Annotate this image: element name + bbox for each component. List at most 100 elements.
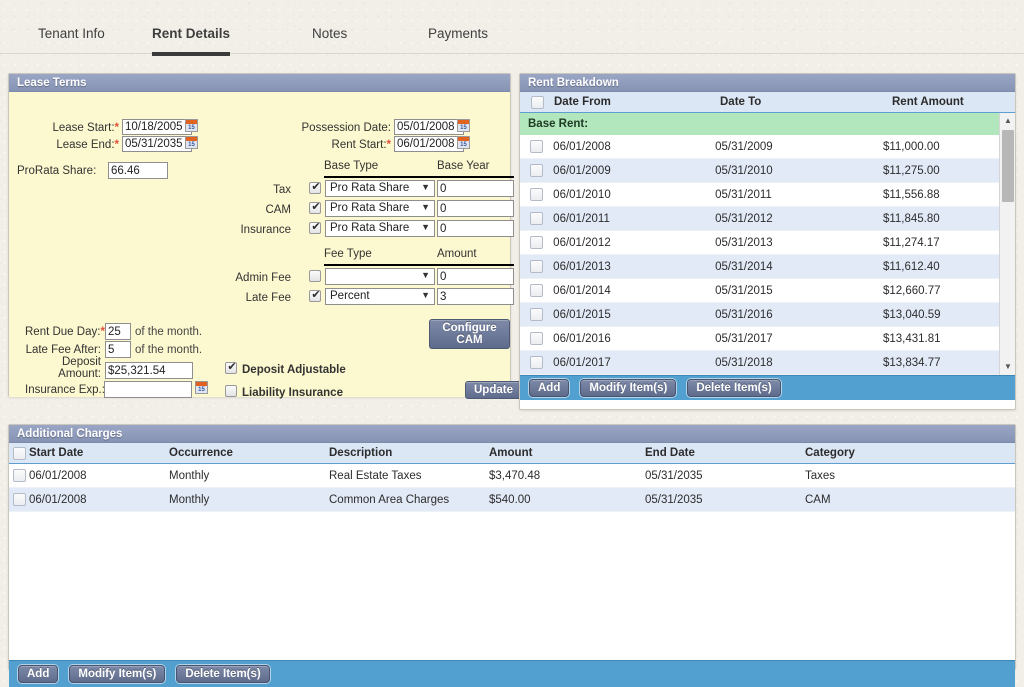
addl-add-button[interactable]: Add xyxy=(18,665,58,683)
table-row[interactable]: 06/01/2008MonthlyReal Estate Taxes$3,470… xyxy=(9,464,1015,488)
cell-rent-amount: $11,556.88 xyxy=(883,189,1000,201)
column-start-date[interactable]: Start Date xyxy=(29,447,169,459)
scroll-up-icon[interactable]: ▲ xyxy=(1000,113,1015,129)
row-checkbox[interactable] xyxy=(530,212,543,225)
insurance-checkbox[interactable] xyxy=(309,222,321,234)
admin-fee-amount-input[interactable] xyxy=(437,268,514,285)
column-amount[interactable]: Amount xyxy=(489,447,645,459)
table-row[interactable]: 06/01/200905/31/2010$11,275.00 xyxy=(520,159,1000,183)
additional-charges-header-row: Start Date Occurrence Description Amount… xyxy=(9,443,1015,464)
tax-base-type-select[interactable]: Pro Rata Share▼ xyxy=(325,180,435,197)
admin-fee-checkbox[interactable] xyxy=(309,270,321,282)
scroll-down-icon[interactable]: ▼ xyxy=(1000,359,1015,375)
lease-start-label: Lease Start:* xyxy=(29,122,119,134)
row-checkbox[interactable] xyxy=(530,260,543,273)
column-date-from[interactable]: Date From xyxy=(554,96,720,108)
tab-tenant-info[interactable]: Tenant Info xyxy=(38,26,105,52)
table-row[interactable]: 06/01/201205/31/2013$11,274.17 xyxy=(520,231,1000,255)
late-fee-amount-input[interactable] xyxy=(437,288,514,305)
table-row[interactable]: 06/01/201705/31/2018$13,834.77 xyxy=(520,351,1000,375)
tax-base-year-input[interactable] xyxy=(437,180,514,197)
cam-base-year-input[interactable] xyxy=(437,200,514,217)
row-checkbox[interactable] xyxy=(13,493,26,506)
late-fee-after-input[interactable] xyxy=(105,341,131,358)
table-row[interactable]: 06/01/201405/31/2015$12,660.77 xyxy=(520,279,1000,303)
row-checkbox[interactable] xyxy=(530,308,543,321)
scrollbar-thumb[interactable] xyxy=(1002,130,1014,202)
lease-end-input[interactable] xyxy=(122,136,192,152)
column-end-date[interactable]: End Date xyxy=(645,447,805,459)
calendar-icon[interactable]: 15 xyxy=(195,381,208,394)
update-button[interactable]: Update xyxy=(465,381,522,399)
configure-cam-button[interactable]: Configure CAM xyxy=(429,319,510,349)
rent-add-button[interactable]: Add xyxy=(529,379,569,397)
table-row[interactable]: 06/01/201305/31/2014$11,612.40 xyxy=(520,255,1000,279)
cell-date-from: 06/01/2011 xyxy=(553,213,715,225)
prorata-share-input[interactable] xyxy=(108,162,168,179)
tab-notes[interactable]: Notes xyxy=(312,26,347,52)
row-checkbox[interactable] xyxy=(530,356,543,369)
admin-fee-label: Admin Fee xyxy=(229,272,291,284)
deposit-adjustable-checkbox[interactable] xyxy=(225,362,237,374)
cell-amount: $540.00 xyxy=(489,494,645,506)
lease-start-input[interactable] xyxy=(122,119,192,135)
tax-label: Tax xyxy=(239,184,291,196)
calendar-icon[interactable]: 15 xyxy=(185,119,198,132)
table-row[interactable]: 06/01/200805/31/2009$11,000.00 xyxy=(520,135,1000,159)
addl-delete-button[interactable]: Delete Item(s) xyxy=(176,665,269,683)
column-date-to[interactable]: Date To xyxy=(720,96,892,108)
row-checkbox[interactable] xyxy=(530,284,543,297)
cell-category: CAM xyxy=(805,494,955,506)
late-fee-checkbox[interactable] xyxy=(309,290,321,302)
rent-start-input[interactable] xyxy=(394,136,464,152)
cell-rent-amount: $12,660.77 xyxy=(883,285,1000,297)
tax-checkbox[interactable] xyxy=(309,182,321,194)
select-all-checkbox[interactable] xyxy=(13,447,26,460)
row-checkbox[interactable] xyxy=(13,469,26,482)
calendar-icon[interactable]: 15 xyxy=(185,136,198,149)
table-row[interactable]: 06/01/201605/31/2017$13,431.81 xyxy=(520,327,1000,351)
addl-modify-button[interactable]: Modify Item(s) xyxy=(69,665,165,683)
late-fee-type-select[interactable]: Percent▼ xyxy=(325,288,435,305)
possession-date-label: Possession Date: xyxy=(279,122,391,134)
admin-fee-type-select[interactable]: ▼ xyxy=(325,268,435,285)
insurance-exp-input[interactable] xyxy=(104,381,192,398)
lease-terms-body: Lease Start:* 15 Lease End:* 15 Possessi… xyxy=(9,92,510,397)
deposit-amount-input[interactable] xyxy=(105,362,193,379)
base-type-header: Base Type xyxy=(324,160,378,172)
rent-modify-button[interactable]: Modify Item(s) xyxy=(580,379,676,397)
cell-date-from: 06/01/2008 xyxy=(553,141,715,153)
table-row[interactable]: 06/01/201105/31/2012$11,845.80 xyxy=(520,207,1000,231)
additional-charges-rows: 06/01/2008MonthlyReal Estate Taxes$3,470… xyxy=(9,464,1015,660)
cam-checkbox[interactable] xyxy=(309,202,321,214)
row-checkbox[interactable] xyxy=(530,332,543,345)
row-checkbox[interactable] xyxy=(530,140,543,153)
insurance-base-type-select[interactable]: Pro Rata Share▼ xyxy=(325,220,435,237)
calendar-icon[interactable]: 15 xyxy=(457,136,470,149)
table-row[interactable]: 06/01/2008MonthlyCommon Area Charges$540… xyxy=(9,488,1015,512)
rent-breakdown-scrollbar[interactable]: ▲ ▼ xyxy=(999,113,1015,375)
cam-base-type-select[interactable]: Pro Rata Share▼ xyxy=(325,200,435,217)
cell-description: Real Estate Taxes xyxy=(329,470,489,482)
table-row[interactable]: 06/01/201005/31/2011$11,556.88 xyxy=(520,183,1000,207)
column-description[interactable]: Description xyxy=(329,447,489,459)
column-category[interactable]: Category xyxy=(805,447,955,459)
column-rent-amount[interactable]: Rent Amount xyxy=(892,96,1012,108)
calendar-icon[interactable]: 15 xyxy=(457,119,470,132)
tab-payments[interactable]: Payments xyxy=(428,26,488,52)
column-occurrence[interactable]: Occurrence xyxy=(169,447,329,459)
table-row[interactable]: 06/01/201505/31/2016$13,040.59 xyxy=(520,303,1000,327)
rent-due-day-input[interactable] xyxy=(105,323,131,340)
select-all-checkbox[interactable] xyxy=(531,96,544,109)
insurance-base-year-input[interactable] xyxy=(437,220,514,237)
cell-occurrence: Monthly xyxy=(169,470,329,482)
possession-date-input[interactable] xyxy=(394,119,464,135)
row-checkbox[interactable] xyxy=(530,236,543,249)
liability-insurance-checkbox[interactable] xyxy=(225,385,237,397)
cell-start-date: 06/01/2008 xyxy=(29,470,169,482)
row-checkbox[interactable] xyxy=(530,188,543,201)
row-checkbox[interactable] xyxy=(530,164,543,177)
rent-delete-button[interactable]: Delete Item(s) xyxy=(687,379,780,397)
cell-description: Common Area Charges xyxy=(329,494,489,506)
tab-rent-details[interactable]: Rent Details xyxy=(152,26,230,56)
